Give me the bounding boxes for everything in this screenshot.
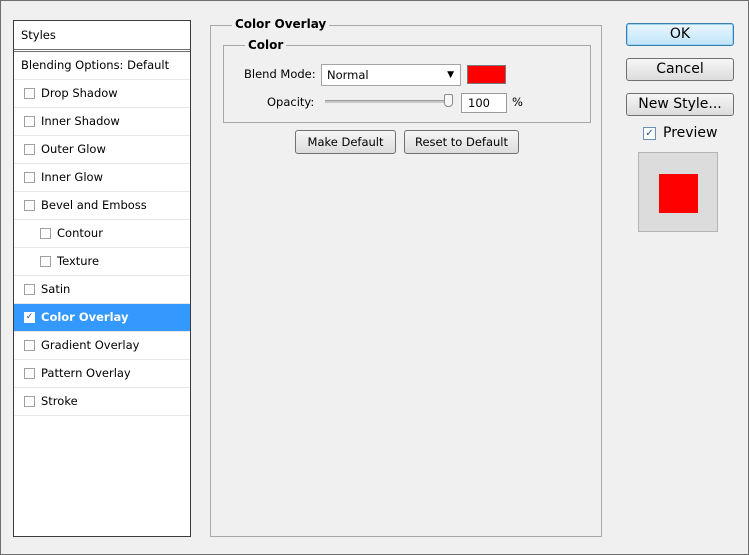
style-item-label: Inner Glow: [41, 170, 103, 184]
opacity-label: Opacity:: [267, 95, 315, 109]
style-item-label: Bevel and Emboss: [41, 198, 147, 212]
group-title: Color Overlay: [232, 17, 330, 31]
style-item-bevel-emboss[interactable]: Bevel and Emboss: [14, 192, 190, 220]
style-item-label: Gradient Overlay: [41, 338, 140, 352]
ok-button[interactable]: OK: [626, 23, 734, 46]
overlay-color-swatch[interactable]: [467, 65, 506, 84]
style-item-color-overlay[interactable]: ✓ Color Overlay: [14, 304, 190, 332]
style-item-label: Contour: [57, 226, 103, 240]
style-item-label: Inner Shadow: [41, 114, 120, 128]
style-item-inner-shadow[interactable]: Inner Shadow: [14, 108, 190, 136]
opacity-slider-thumb[interactable]: [444, 94, 453, 107]
style-item-stroke[interactable]: Stroke: [14, 388, 190, 416]
style-item-label: Satin: [41, 282, 71, 296]
satin-checkbox[interactable]: [24, 284, 35, 295]
styles-list: Styles Blending Options: Default Drop Sh…: [13, 20, 191, 537]
outer-glow-checkbox[interactable]: [24, 144, 35, 155]
style-item-label: Drop Shadow: [41, 86, 118, 100]
style-item-satin[interactable]: Satin: [14, 276, 190, 304]
preview-swatch: [659, 174, 698, 213]
make-default-button[interactable]: Make Default: [295, 130, 396, 154]
chevron-down-icon: ▼: [447, 70, 454, 80]
opacity-slider-track[interactable]: [325, 100, 453, 103]
blending-options-item[interactable]: Blending Options: Default: [14, 52, 190, 80]
layer-style-dialog: Styles Blending Options: Default Drop Sh…: [0, 0, 749, 555]
style-item-texture[interactable]: Texture: [14, 248, 190, 276]
reset-to-default-button[interactable]: Reset to Default: [404, 130, 519, 154]
blend-mode-value: Normal: [327, 68, 369, 82]
style-item-pattern-overlay[interactable]: Pattern Overlay: [14, 360, 190, 388]
color-overlay-checkbox[interactable]: ✓: [24, 312, 35, 323]
inner-glow-checkbox[interactable]: [24, 172, 35, 183]
styles-header[interactable]: Styles: [14, 21, 190, 52]
gradient-overlay-checkbox[interactable]: [24, 340, 35, 351]
style-item-inner-glow[interactable]: Inner Glow: [14, 164, 190, 192]
style-item-gradient-overlay[interactable]: Gradient Overlay: [14, 332, 190, 360]
checkmark-icon: ✓: [25, 312, 34, 322]
checkmark-icon: ✓: [645, 128, 654, 139]
preview-checkbox[interactable]: ✓: [643, 127, 656, 140]
style-item-label: Outer Glow: [41, 142, 106, 156]
contour-checkbox[interactable]: [40, 228, 51, 239]
stroke-checkbox[interactable]: [24, 396, 35, 407]
pattern-overlay-checkbox[interactable]: [24, 368, 35, 379]
drop-shadow-checkbox[interactable]: [24, 88, 35, 99]
blend-mode-select[interactable]: Normal ▼: [321, 64, 461, 86]
blend-mode-label: Blend Mode:: [244, 67, 316, 81]
section-title: Color: [245, 38, 287, 52]
style-item-drop-shadow[interactable]: Drop Shadow: [14, 80, 190, 108]
cancel-button[interactable]: Cancel: [626, 58, 734, 81]
new-style-button[interactable]: New Style...: [626, 93, 734, 116]
style-item-outer-glow[interactable]: Outer Glow: [14, 136, 190, 164]
preview-box: [638, 152, 718, 232]
bevel-emboss-checkbox[interactable]: [24, 200, 35, 211]
style-item-label: Texture: [57, 254, 100, 268]
style-item-label: Stroke: [41, 394, 78, 408]
opacity-input[interactable]: 100: [461, 93, 507, 113]
inner-shadow-checkbox[interactable]: [24, 116, 35, 127]
style-item-contour[interactable]: Contour: [14, 220, 190, 248]
opacity-unit: %: [512, 95, 523, 109]
style-item-label: Color Overlay: [41, 310, 129, 324]
style-item-label: Pattern Overlay: [41, 366, 131, 380]
texture-checkbox[interactable]: [40, 256, 51, 267]
preview-label: Preview: [663, 125, 718, 141]
